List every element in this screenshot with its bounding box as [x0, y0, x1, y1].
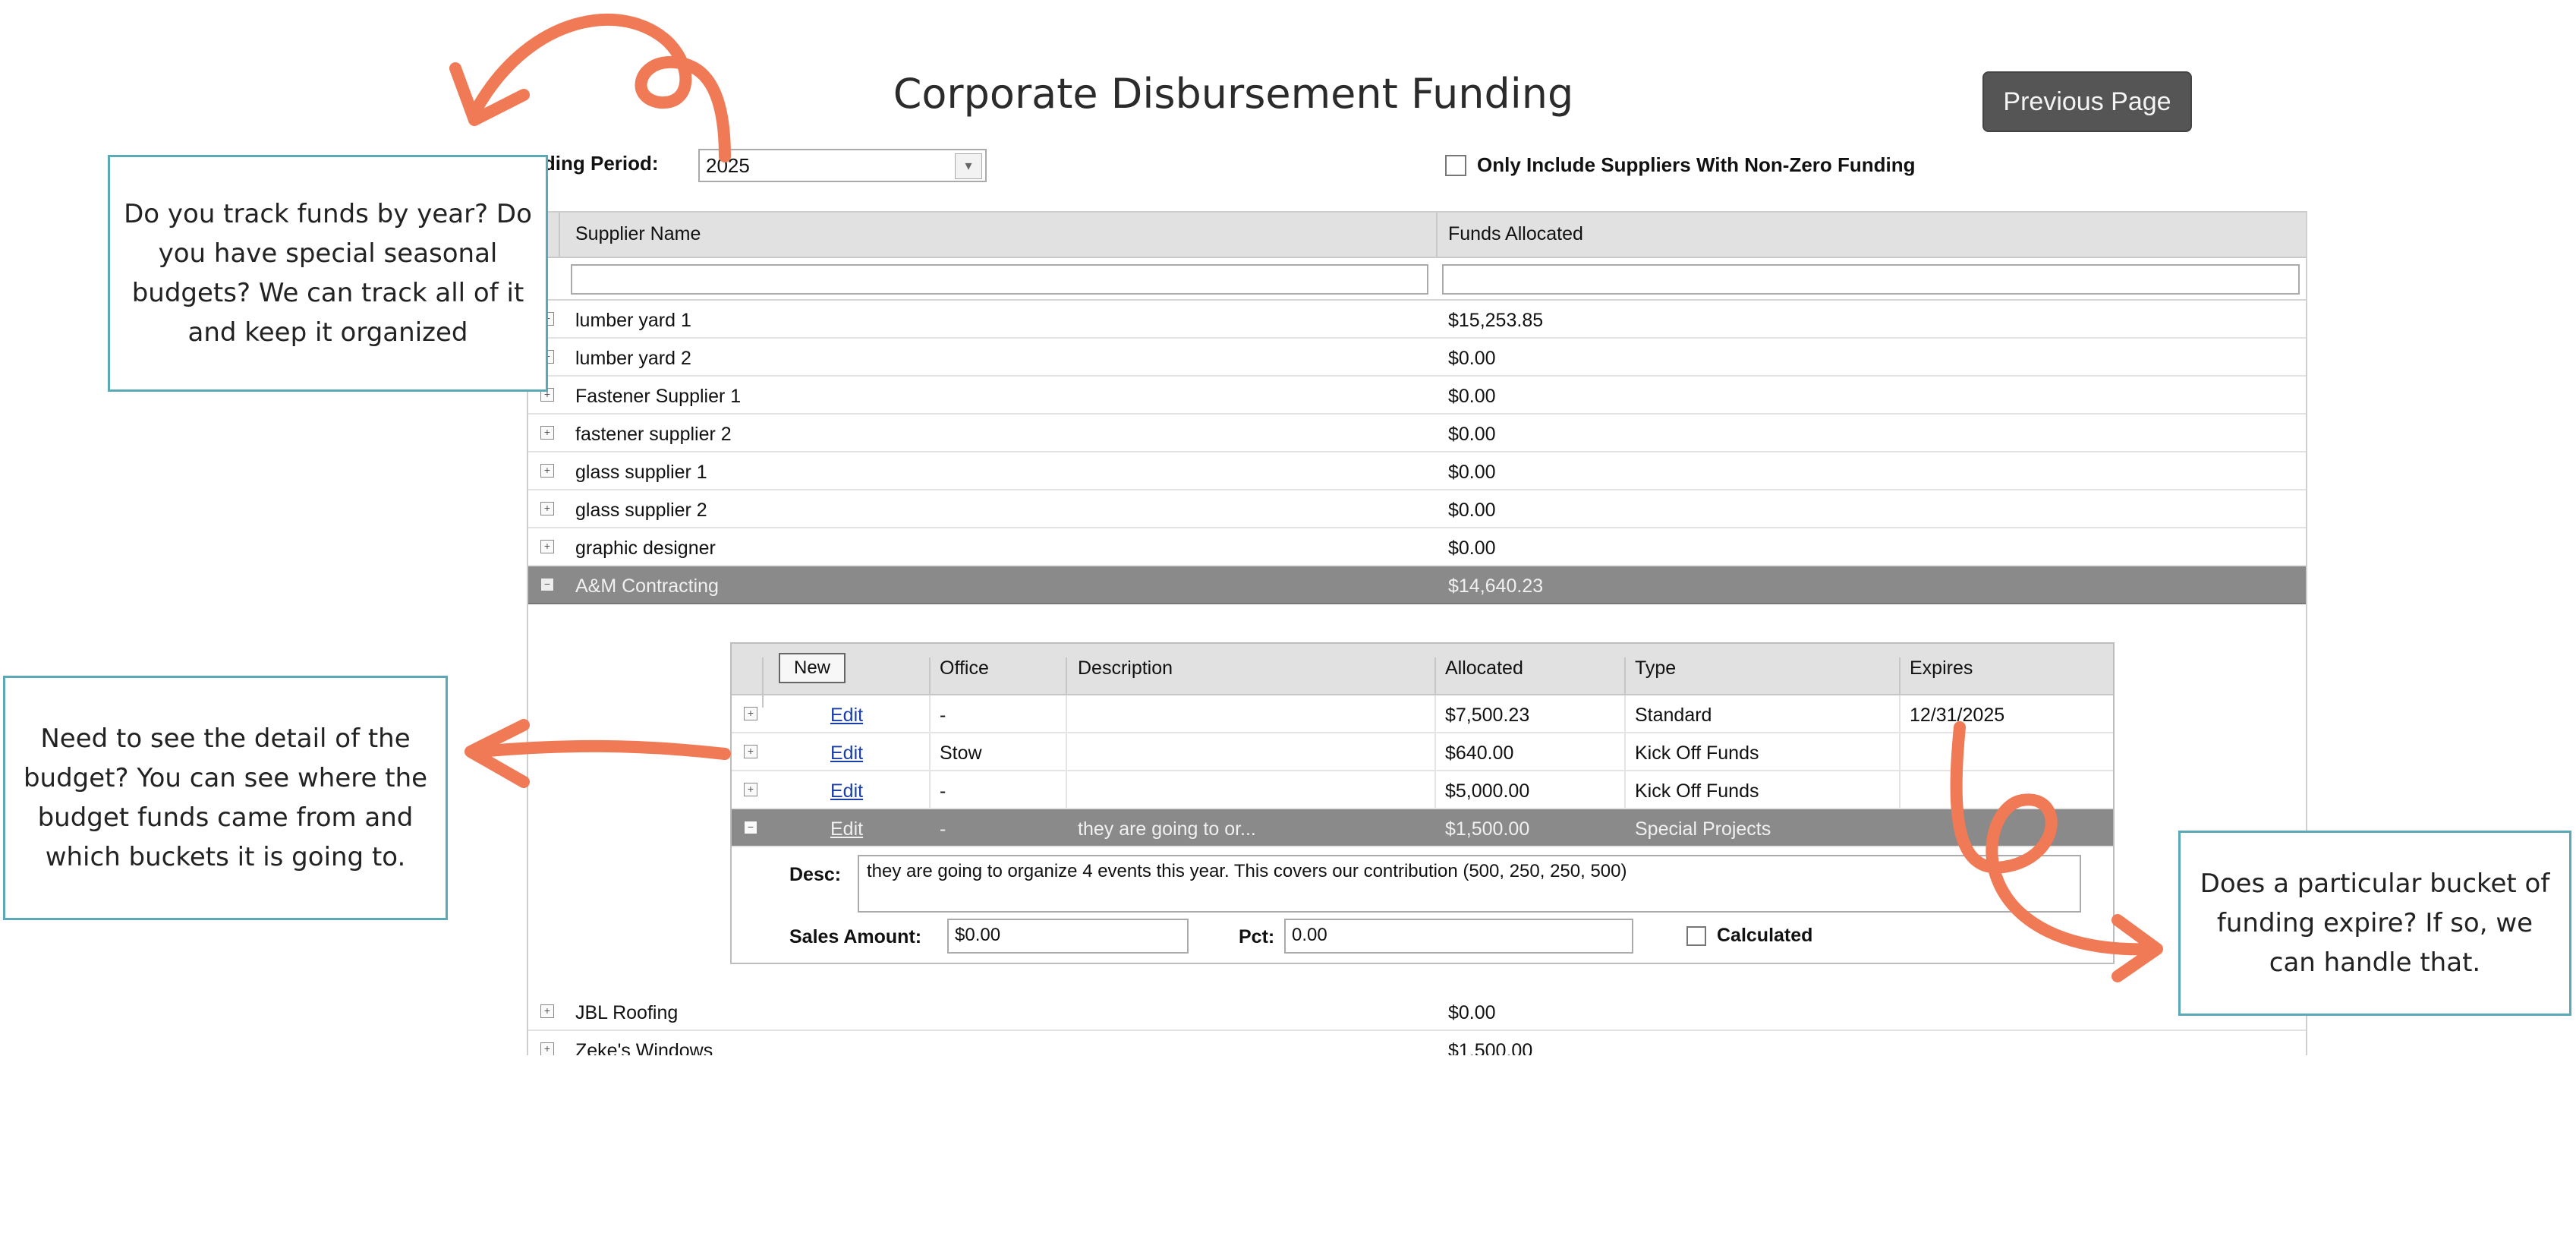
callout-budget-detail: Need to see the detail of the budget? Yo…: [3, 676, 448, 920]
curved-arrow-year: [472, 14, 731, 162]
arrow-detail: [474, 739, 731, 760]
callout-year-tracking: Do you track funds by year? Do you have …: [108, 155, 548, 392]
callout-expiration: Does a particular bucket of funding expi…: [2178, 831, 2571, 1016]
curved-arrow-expire: [1950, 721, 2162, 956]
